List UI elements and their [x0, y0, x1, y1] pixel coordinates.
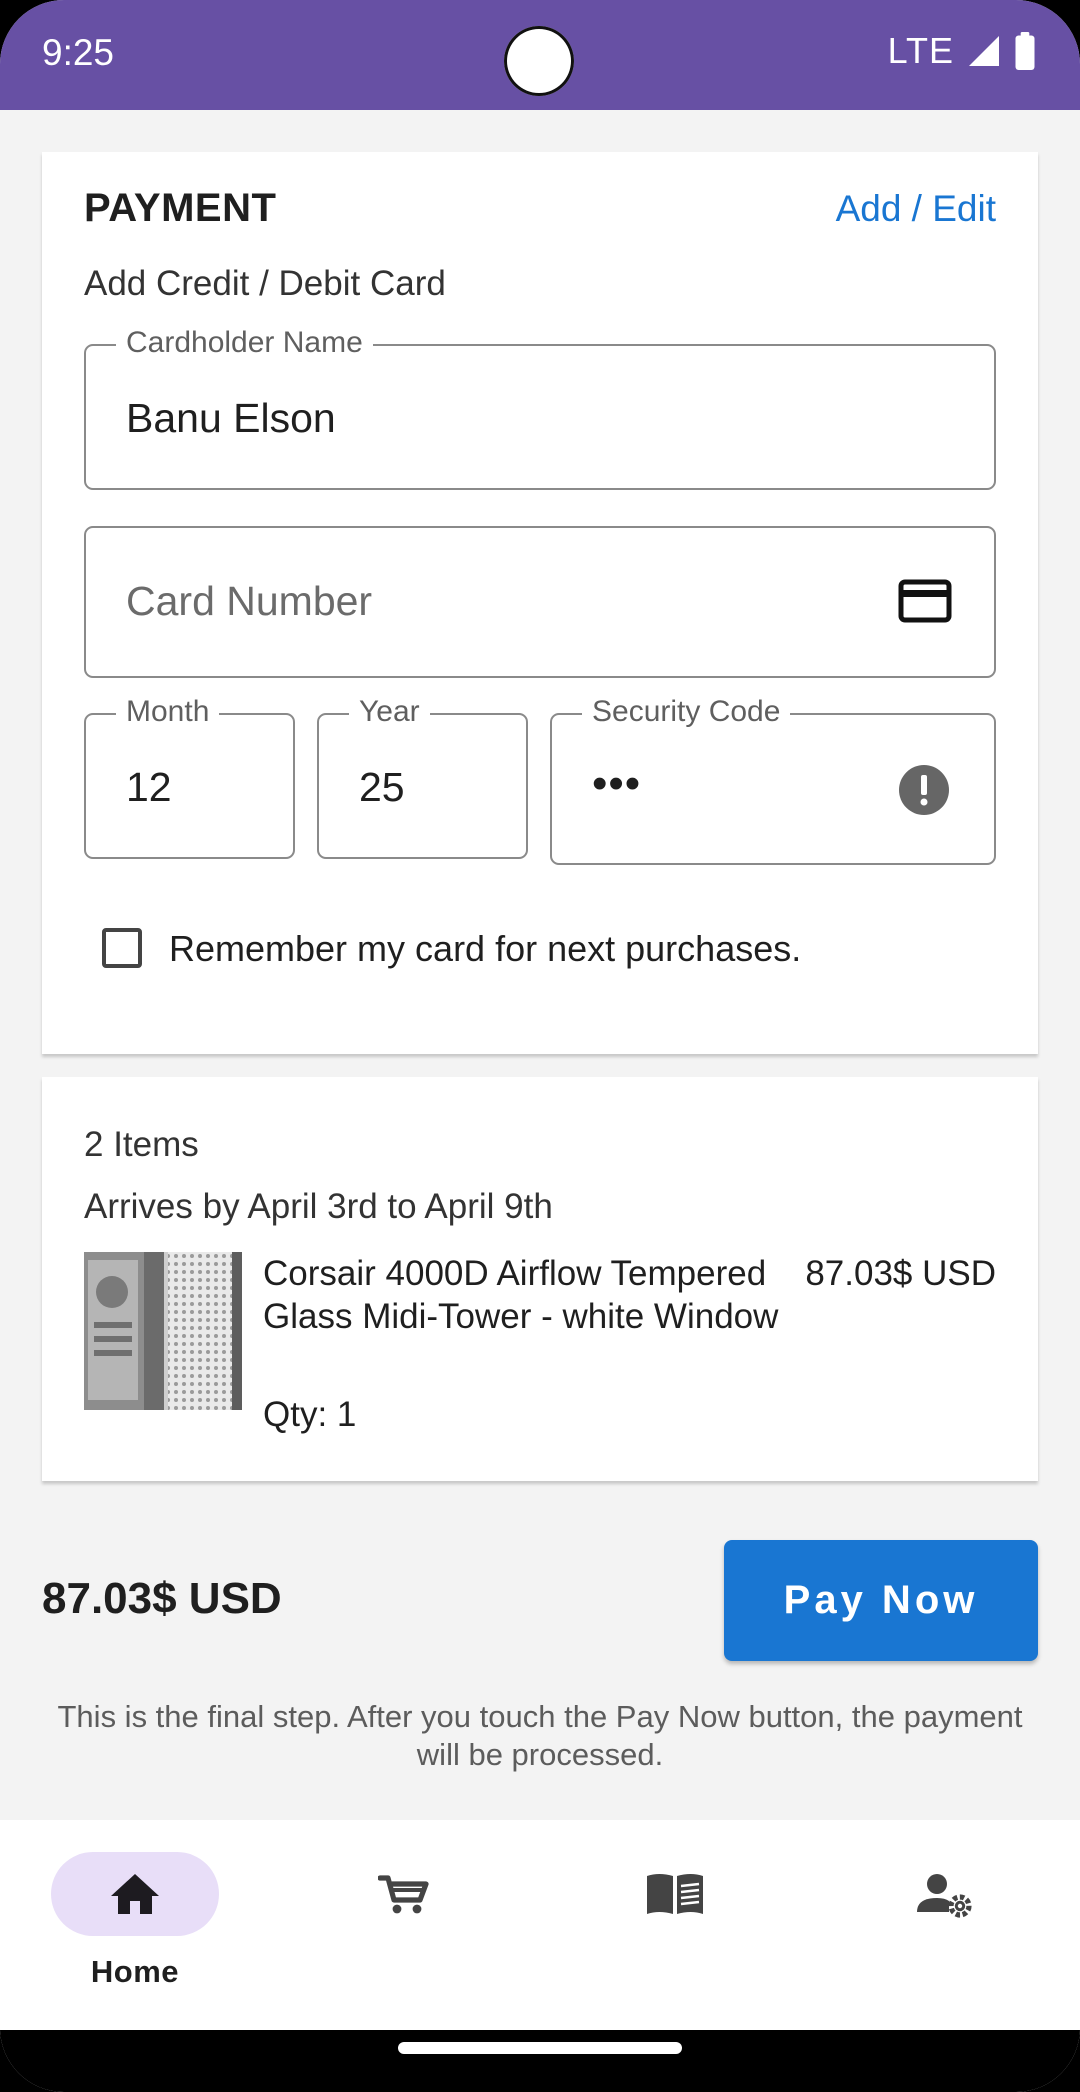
- network-type: LTE: [887, 30, 954, 71]
- credit-card-icon: [898, 579, 952, 623]
- product-quantity: Qty: 1: [263, 1395, 357, 1434]
- order-total: 87.03$ USD: [42, 1574, 282, 1623]
- year-value: 25: [359, 764, 405, 810]
- year-label: Year: [349, 693, 430, 731]
- final-step-note: This is the final step. After you touch …: [57, 1699, 1023, 1772]
- cardholder-name-field[interactable]: Cardholder Name Banu Elson: [84, 324, 996, 490]
- security-code-label: Security Code: [582, 693, 791, 731]
- arrival-estimate: Arrives by April 3rd to April 9th: [84, 1187, 553, 1226]
- payment-subtitle: Add Credit / Debit Card: [84, 264, 446, 303]
- pc-case-image: [84, 1252, 242, 1410]
- nav-selected-indicator: [51, 1852, 219, 1936]
- nav-item-home[interactable]: Home: [0, 1820, 270, 2030]
- card-number-field[interactable]: Card Number: [84, 526, 996, 678]
- remember-card-checkbox[interactable]: [102, 928, 142, 968]
- status-bar: 9:25 LTE: [0, 0, 1080, 110]
- book-icon: [647, 1874, 703, 1914]
- month-field[interactable]: Month 12: [84, 693, 295, 859]
- cart-icon: [378, 1875, 429, 1914]
- bottom-navigation: Home: [0, 1820, 1080, 2030]
- cardholder-name-value: Banu Elson: [126, 395, 336, 441]
- month-label: Month: [116, 693, 220, 731]
- home-icon: [111, 1874, 159, 1914]
- items-count: 2 Items: [84, 1125, 199, 1164]
- add-edit-link[interactable]: Add / Edit: [836, 188, 996, 230]
- nav-item-account[interactable]: [810, 1820, 1080, 2030]
- status-time: 9:25: [42, 32, 115, 73]
- camera-cutout: [504, 26, 574, 96]
- payment-card: PAYMENT Add / Edit Add Credit / Debit Ca…: [42, 152, 1038, 1054]
- screen: 9:25 LTE PAYMENT Add / Edit Add Credit /…: [0, 0, 1080, 2092]
- security-code-field[interactable]: Security Code •••: [550, 693, 996, 865]
- year-field[interactable]: Year 25: [317, 693, 528, 859]
- nav-item-cart[interactable]: [270, 1820, 540, 2030]
- product-image[interactable]: [84, 1252, 242, 1410]
- status-indicators: LTE: [888, 30, 1036, 72]
- product-name[interactable]: Corsair 4000D Airflow Tempered Glass Mid…: [263, 1252, 803, 1338]
- remember-card-label[interactable]: Remember my card for next purchases.: [169, 928, 801, 970]
- nav-item-catalog[interactable]: [540, 1820, 810, 2030]
- payment-title: PAYMENT: [84, 186, 277, 230]
- card-number-placeholder: Card Number: [126, 578, 373, 624]
- security-code-value: •••: [592, 759, 642, 808]
- product-price: 87.03$ USD: [805, 1254, 996, 1293]
- pay-now-button[interactable]: Pay Now: [724, 1540, 1038, 1661]
- gesture-navigation-area: [0, 2030, 1080, 2092]
- nav-label-home: Home: [90, 1954, 180, 1989]
- gesture-handle[interactable]: [398, 2042, 682, 2054]
- month-value: 12: [126, 764, 172, 810]
- order-items-card: 2 Items Arrives by April 3rd to April 9t…: [42, 1077, 1038, 1481]
- account-settings-icon: [917, 1874, 972, 1918]
- cardholder-name-label: Cardholder Name: [116, 324, 373, 362]
- battery-icon: [1015, 32, 1035, 70]
- error-icon: [899, 765, 949, 815]
- signal-icon: [969, 36, 999, 66]
